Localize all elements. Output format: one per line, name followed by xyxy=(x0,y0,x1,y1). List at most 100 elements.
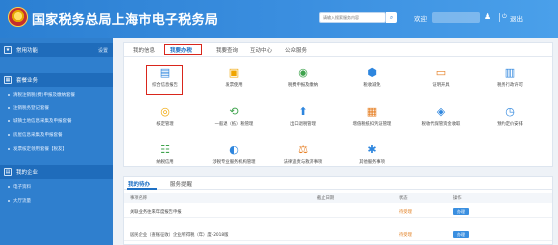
legal-icon: ⚖ xyxy=(298,142,308,156)
task-name: 居民企业（查账征收）企业所得税（年）度-2018版 xyxy=(130,233,229,238)
column-header: 截止日期 xyxy=(317,196,335,201)
service-tile-label: 发票使用 xyxy=(225,83,243,88)
sidebar-item-enterprise[interactable]: 大厅流量 xyxy=(0,195,113,206)
todo-panel: 我的待办 服务提醒 事项名称 截止日期 状态 操作 关联业务往来年度报告申报 待… xyxy=(123,176,553,245)
service-tile-label: 增值税抵扣凭证管理 xyxy=(352,122,392,127)
tab-service-reminder[interactable]: 服务提醒 xyxy=(170,180,192,188)
task-name: 关联业务往来年度报告申报 xyxy=(130,210,182,215)
service-tile[interactable]: ✱ 其他服务事项 xyxy=(346,142,398,172)
service-tile[interactable]: ⟲ 一般退（抵）税管理 xyxy=(208,104,260,134)
service-tile-label: 法律追责与救济事项 xyxy=(283,160,323,165)
certificate-icon: ▭ xyxy=(435,65,447,79)
sidebar-section-title: 常用功能 xyxy=(16,48,39,54)
status-badge: 待受理 xyxy=(399,233,412,238)
sidebar-item-label: 大厅流量 xyxy=(13,198,31,204)
tab-query[interactable]: 我要查询 xyxy=(216,46,238,54)
bullet-icon xyxy=(8,93,10,96)
todo-tabs: 我的待办 服务提醒 xyxy=(124,177,552,190)
sidebar-item-package[interactable]: 注销税务登记套餐 xyxy=(0,102,113,113)
service-tile[interactable]: ▥ 税务行政许可 xyxy=(484,65,536,95)
service-tile[interactable]: ▦ 增值税抵扣凭证管理 xyxy=(346,104,398,134)
sidebar-item-package[interactable]: 城镇土地信息采集及申报套餐 xyxy=(0,115,113,126)
service-tile[interactable]: ⚖ 法律追责与救济事项 xyxy=(277,142,329,172)
vat-voucher-icon: ▦ xyxy=(366,104,378,118)
custody-fund-icon: ◈ xyxy=(436,104,446,118)
status-badge: 待受理 xyxy=(399,210,412,215)
tab-my-todo[interactable]: 我的待办 xyxy=(128,180,150,188)
bullet-icon xyxy=(8,106,10,109)
bullet-icon xyxy=(8,185,10,188)
service-tile-label: 证明开具 xyxy=(432,83,450,88)
service-tile[interactable]: ⬆ 出口退税管理 xyxy=(277,104,329,134)
column-header: 事项名称 xyxy=(130,196,148,201)
handle-button[interactable]: 办理 xyxy=(453,208,469,215)
sidebar-section-common[interactable]: ★ 常用功能 设置 xyxy=(0,43,113,57)
handle-button[interactable]: 办理 xyxy=(453,231,469,238)
sidebar-item-label: 注销税务登记套餐 xyxy=(13,105,49,111)
service-tile[interactable]: ◷ 预约定价安排 xyxy=(484,104,536,134)
sidebar-item-label: 清税注销税(费)申报及缴纳套餐 xyxy=(13,92,76,98)
credit-icon: ☷ xyxy=(160,142,170,156)
service-tile[interactable]: ▣ 发票使用 xyxy=(208,65,260,95)
service-tile-label: 税费申报及缴纳 xyxy=(287,83,319,88)
bullet-icon xyxy=(8,119,10,122)
bullet-icon xyxy=(8,133,10,136)
sidebar-item-label: 房屋信息采集及申报套餐 xyxy=(13,132,63,138)
service-tile[interactable]: ◈ 税收代保管资金收取 xyxy=(415,104,467,134)
header-divider xyxy=(499,13,500,22)
service-tile-label: 出口退税管理 xyxy=(290,122,316,127)
sidebar-section-title: 我的企业 xyxy=(16,170,39,176)
logout-link[interactable]: 退出 xyxy=(510,13,523,23)
service-tile-label: 其他服务事项 xyxy=(359,160,385,165)
sidebar-section-enterprise[interactable]: ▤ 我的企业 xyxy=(0,165,113,179)
service-tile-label: 核定管理 xyxy=(156,122,174,127)
service-tile[interactable]: ◉ 税费申报及缴纳 xyxy=(277,65,329,95)
user-icon[interactable]: ♟ xyxy=(484,12,491,21)
table-row: 居民企业（查账征收）企业所得税（年）度-2018版 待受理 办理 xyxy=(124,229,552,241)
search-input[interactable] xyxy=(320,13,385,22)
table-header: 事项名称 截止日期 状态 操作 xyxy=(124,193,552,203)
sidebar-section-packages[interactable]: ▦ 套餐业务 xyxy=(0,73,113,87)
tab-my-info[interactable]: 我的信息 xyxy=(133,46,155,54)
refund-icon: ⟲ xyxy=(229,104,239,118)
service-tile-label: 预约定价安排 xyxy=(497,122,523,127)
column-header: 操作 xyxy=(453,196,462,201)
service-tile[interactable]: ◐ 涉税专业服务机构管理 xyxy=(208,142,260,172)
service-tile[interactable]: ◎ 核定管理 xyxy=(139,104,191,134)
table-row: 关联业务往来年度报告申报 待受理 办理 xyxy=(124,206,552,218)
service-tile-label: 涉税专业服务机构管理 xyxy=(212,160,256,165)
service-tile[interactable]: ⬢ 税收减免 xyxy=(346,65,398,95)
sidebar-item-label: 城镇土地信息采集及申报套餐 xyxy=(13,118,72,124)
sidebar-item-label: 电子资料 xyxy=(13,184,31,190)
logout-icon: ⏻ xyxy=(502,13,507,20)
service-tile[interactable]: ▭ 证明开具 xyxy=(415,65,467,95)
main-tabs: 我的信息 我要办税 我要查询 互动中心 公众服务 xyxy=(124,43,552,57)
tab-public-service[interactable]: 公众服务 xyxy=(285,46,307,54)
sidebar-item-package[interactable]: 发票核定领用套餐【税友】 xyxy=(0,143,113,154)
service-panel: 我的信息 我要办税 我要查询 互动中心 公众服务 ▤ 综合信息报告 ▣ 发票使用 ◉ 税费… xyxy=(123,42,553,167)
service-tile-label: 税收代保管资金收取 xyxy=(421,122,461,127)
search-box[interactable] xyxy=(319,12,386,23)
invoice-icon: ▣ xyxy=(228,65,240,79)
export-refund-icon: ⬆ xyxy=(298,104,308,118)
other-service-icon: ✱ xyxy=(367,142,377,156)
tax-emblem-icon xyxy=(8,7,28,27)
bullet-icon xyxy=(8,147,10,150)
license-icon: ▥ xyxy=(504,65,516,79)
sidebar-item-package[interactable]: 房屋信息采集及申报套餐 xyxy=(0,129,113,140)
pricing-icon: ◷ xyxy=(505,104,515,118)
search-button[interactable]: ⌕ xyxy=(386,12,397,23)
tab-highlight-box xyxy=(164,44,202,55)
settings-link[interactable]: 设置 xyxy=(98,47,108,54)
column-header: 状态 xyxy=(399,196,408,201)
star-icon: ★ xyxy=(4,46,12,54)
tile-highlight-box xyxy=(146,65,183,95)
welcome-text: 欢迎 xyxy=(414,15,427,23)
service-tile-label: 税务行政许可 xyxy=(497,83,523,88)
top-header: 国家税务总局上海市电子税务局 ⌕ 欢迎 ♟ ⏻ 退出 xyxy=(0,0,558,38)
sidebar-item-enterprise[interactable]: 电子资料 xyxy=(0,181,113,192)
username-box xyxy=(432,12,480,23)
sidebar-item-package[interactable]: 清税注销税(费)申报及缴纳套餐 xyxy=(0,89,113,100)
tab-interaction[interactable]: 互动中心 xyxy=(250,46,272,54)
service-tile[interactable]: ☷ 纳税信用 xyxy=(139,142,191,172)
